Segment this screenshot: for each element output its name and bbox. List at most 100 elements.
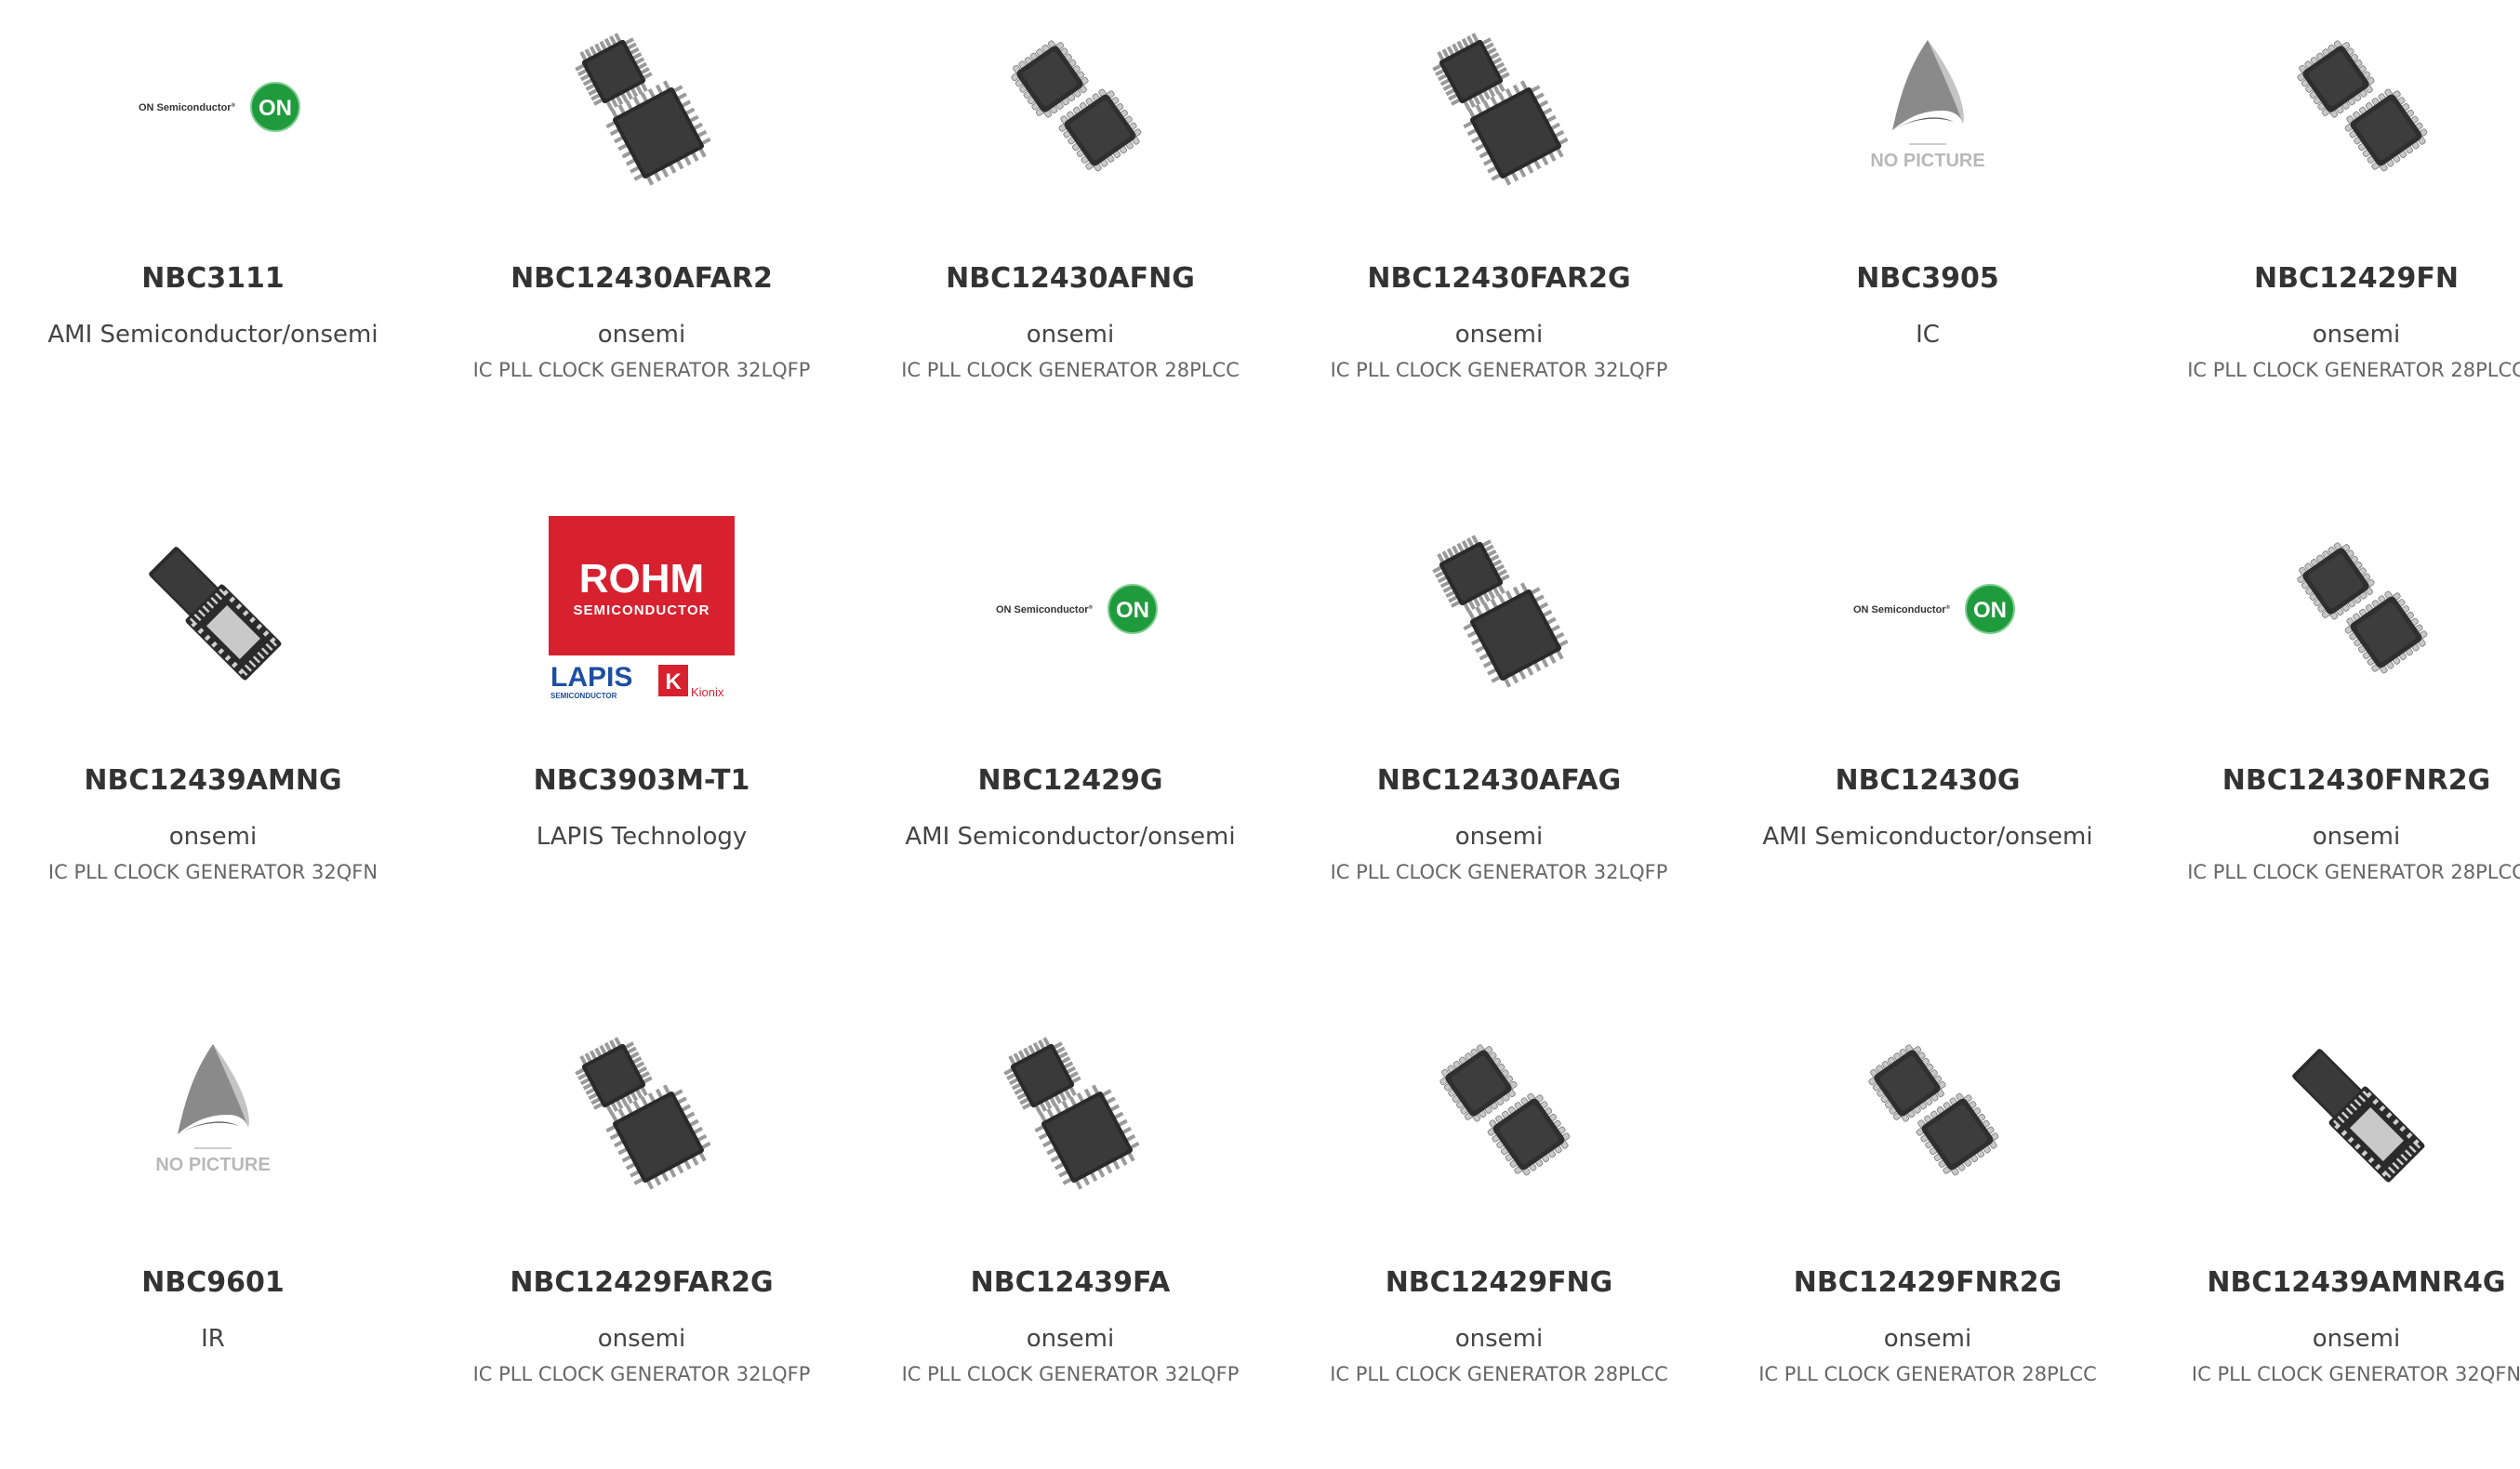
manufacturer-name: onsemi — [1026, 1325, 1115, 1353]
part-number[interactable]: NBC12439AMNG — [0, 764, 427, 797]
product-card[interactable]: NO PICTURE NBC9601 IR — [0, 1004, 427, 1469]
product-card[interactable]: ROHM SEMICONDUCTOR LAPIS SEMICONDUCTOR K Kion… — [428, 502, 855, 967]
product-image[interactable] — [549, 14, 735, 200]
part-number[interactable]: NBC12429FN — [2142, 262, 2520, 295]
product-image[interactable] — [1835, 1018, 2021, 1204]
plcc-chip-icon — [2263, 14, 2449, 200]
manufacturer-name: onsemi — [168, 823, 258, 851]
manufacturer-name: AMI Semiconductor/onsemi — [47, 321, 378, 349]
manufacturer-name: onsemi — [2312, 1325, 2401, 1353]
part-number[interactable]: NBC12430G — [1714, 764, 2142, 797]
part-number[interactable]: NBC12429FNR2G — [1714, 1266, 2142, 1299]
product-description: IC PLL CLOCK GENERATOR 28PLCC — [1330, 1363, 1668, 1385]
manufacturer-name: onsemi — [1454, 321, 1544, 349]
manufacturer-name: onsemi — [597, 321, 686, 349]
product-image[interactable]: ON Semiconductor® ON — [1835, 516, 2021, 702]
part-number[interactable]: NBC12439AMNR4G — [2142, 1266, 2520, 1299]
qfp-chip-icon — [1406, 14, 1592, 200]
svg-text:SEMICONDUCTOR: SEMICONDUCTOR — [550, 692, 617, 700]
qfp-chip-icon — [549, 14, 735, 200]
product-image[interactable]: NO PICTURE — [120, 1018, 306, 1204]
no-picture-icon: NO PICTURE — [1835, 14, 2021, 200]
product-card[interactable]: NBC12429FNG onsemi IC PLL CLOCK GENERATOR … — [1285, 1004, 1713, 1469]
part-number[interactable]: NBC12430AFAR2 — [428, 262, 855, 295]
product-card[interactable]: NBC12439AMNG onsemi IC PLL CLOCK GENERATOR… — [0, 502, 427, 967]
product-image[interactable] — [977, 1018, 1163, 1204]
on-semiconductor-logo: ON Semiconductor® ON — [1835, 516, 2021, 702]
plcc-chip-icon — [1835, 1018, 2021, 1204]
part-number[interactable]: NBC12429FAR2G — [428, 1266, 855, 1299]
product-description: IC PLL CLOCK GENERATOR 28PLCC — [1758, 1363, 2097, 1385]
product-image[interactable] — [120, 516, 306, 702]
part-number[interactable]: NBC9601 — [0, 1266, 427, 1299]
svg-text:ON Semiconductor®: ON Semiconductor® — [996, 604, 1094, 615]
product-image[interactable] — [1406, 14, 1592, 200]
svg-text:ON: ON — [1973, 598, 2007, 623]
part-number[interactable]: NBC12429G — [856, 764, 1284, 797]
manufacturer-name: onsemi — [1026, 321, 1115, 349]
product-image[interactable] — [1406, 1018, 1592, 1204]
product-image[interactable]: ON Semiconductor® ON — [120, 14, 306, 200]
product-description: IC PLL CLOCK GENERATOR 28PLCC — [2187, 861, 2520, 883]
qfp-chip-icon — [977, 1018, 1163, 1204]
svg-text:ON: ON — [259, 96, 292, 121]
product-card[interactable]: NBC12429FN onsemi IC PLL CLOCK GENERATOR 2… — [2142, 0, 2520, 465]
manufacturer-name: IR — [201, 1325, 225, 1353]
plcc-chip-icon — [2263, 516, 2449, 702]
on-semiconductor-logo: ON Semiconductor® ON — [977, 516, 1163, 702]
plcc-chip-icon — [977, 14, 1163, 200]
product-card[interactable]: NBC12430AFNG onsemi IC PLL CLOCK GENERATOR… — [856, 0, 1284, 465]
product-image[interactable] — [1406, 516, 1592, 702]
no-picture-icon: NO PICTURE — [120, 1018, 306, 1204]
part-number[interactable]: NBC12439FA — [856, 1266, 1284, 1299]
part-number[interactable]: NBC3903M-T1 — [428, 764, 855, 797]
product-description: IC PLL CLOCK GENERATOR 32QFN — [2191, 1363, 2520, 1385]
product-card[interactable]: NBC12430FNR2G onsemi IC PLL CLOCK GENERATO… — [2142, 502, 2520, 967]
part-number[interactable]: NBC12430FNR2G — [2142, 764, 2520, 797]
product-card[interactable]: ON Semiconductor® ON NBC12429G AMI Semicond… — [856, 502, 1284, 967]
svg-text:Kionix: Kionix — [691, 685, 724, 699]
product-card[interactable]: NBC12430FAR2G onsemi IC PLL CLOCK GENERATO… — [1285, 0, 1713, 465]
manufacturer-name: onsemi — [2312, 823, 2401, 851]
product-card[interactable]: NO PICTURE NBC3905 IC — [1714, 0, 2142, 465]
product-description: IC PLL CLOCK GENERATOR 32LQFP — [1330, 359, 1668, 381]
product-card[interactable]: NBC12430AFAG onsemi IC PLL CLOCK GENERATOR… — [1285, 502, 1713, 967]
no-picture-label: NO PICTURE — [155, 1155, 270, 1175]
manufacturer-name: onsemi — [2312, 321, 2401, 349]
product-image[interactable] — [977, 14, 1163, 200]
product-description: IC PLL CLOCK GENERATOR 32LQFP — [472, 359, 811, 381]
product-card[interactable]: NBC12429FNR2G onsemi IC PLL CLOCK GENERATO… — [1714, 1004, 2142, 1469]
part-number[interactable]: NBC12429FNG — [1285, 1266, 1713, 1299]
product-image[interactable] — [2263, 1018, 2449, 1204]
part-number[interactable]: NBC3111 — [0, 262, 427, 295]
product-image[interactable] — [549, 1018, 735, 1204]
svg-text:ON: ON — [1116, 598, 1149, 623]
manufacturer-name: LAPIS Technology — [536, 823, 748, 851]
manufacturer-name: AMI Semiconductor/onsemi — [905, 823, 1236, 851]
product-image[interactable]: ROHM SEMICONDUCTOR LAPIS SEMICONDUCTOR K Kion… — [549, 516, 735, 702]
product-card[interactable]: ON Semiconductor® ON NBC12430G AMI Semicond… — [1714, 502, 2142, 967]
product-card[interactable]: ON Semiconductor® ON NBC3111 AMI Semiconduc… — [0, 0, 427, 465]
product-card[interactable]: NBC12430AFAR2 onsemi IC PLL CLOCK GENERATO… — [428, 0, 855, 465]
product-card[interactable]: NBC12439AMNR4G onsemi IC PLL CLOCK GENERAT… — [2142, 1004, 2520, 1469]
svg-text:SEMICONDUCTOR: SEMICONDUCTOR — [574, 602, 710, 618]
manufacturer-name: IC — [1916, 321, 1940, 349]
part-number[interactable]: NBC12430AFAG — [1285, 764, 1713, 797]
no-picture-label: NO PICTURE — [1870, 151, 1984, 171]
part-number[interactable]: NBC12430AFNG — [856, 262, 1284, 295]
product-image[interactable] — [2263, 516, 2449, 702]
qfp-chip-icon — [549, 1018, 735, 1204]
product-description: IC PLL CLOCK GENERATOR 32LQFP — [1330, 861, 1668, 883]
svg-text:K: K — [665, 669, 682, 695]
product-card[interactable]: NBC12439FA onsemi IC PLL CLOCK GENERATOR 3… — [856, 1004, 1284, 1469]
part-number[interactable]: NBC3905 — [1714, 262, 2142, 295]
part-number[interactable]: NBC12430FAR2G — [1285, 262, 1713, 295]
qfn-chip-icon — [2263, 1018, 2449, 1204]
manufacturer-name: AMI Semiconductor/onsemi — [1762, 823, 2093, 851]
product-image[interactable]: NO PICTURE — [1835, 14, 2021, 200]
product-image[interactable]: ON Semiconductor® ON — [977, 516, 1163, 702]
product-card[interactable]: NBC12429FAR2G onsemi IC PLL CLOCK GENERATO… — [428, 1004, 855, 1469]
product-image[interactable] — [2263, 14, 2449, 200]
svg-text:ON Semiconductor®: ON Semiconductor® — [1853, 604, 1951, 615]
qfp-chip-icon — [1406, 516, 1592, 702]
